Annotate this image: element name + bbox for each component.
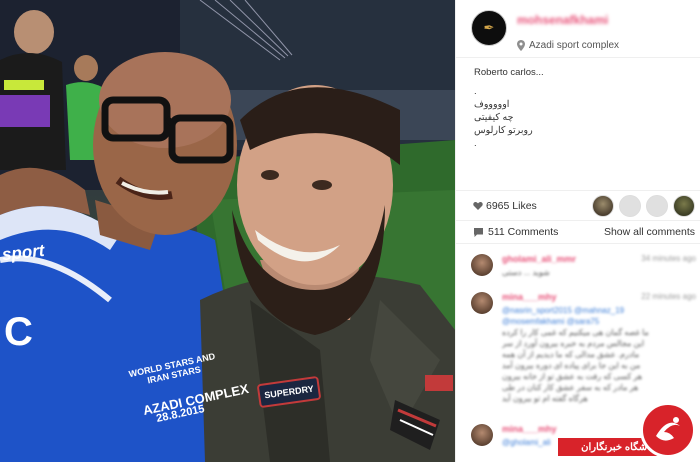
caption-line: چه کیفیتی	[474, 112, 514, 123]
commenter-avatar[interactable]	[471, 292, 493, 314]
post-sidebar: ✒ mohsenafkhami Azadi sport complex Robe…	[455, 0, 700, 462]
comment-item: gholami_ali_mmr 34 minutes ago شوید ... …	[471, 254, 696, 288]
avatar[interactable]: ✒	[471, 10, 507, 46]
commenter-avatar[interactable]	[471, 254, 493, 276]
comment-text: شوید ... دستی	[502, 268, 550, 277]
liker-avatar[interactable]	[619, 195, 641, 217]
caption-line: روبرتو کارلوس	[474, 125, 533, 136]
caption-line: .	[474, 138, 477, 149]
caption-line: .	[474, 86, 477, 97]
comment-time: 22 minutes ago	[641, 292, 696, 301]
likes-count[interactable]: 6965 Likes	[486, 200, 537, 212]
likes-row: 6965 Likes	[456, 190, 700, 220]
watermark-logo-icon	[656, 417, 680, 441]
liker-avatar[interactable]	[592, 195, 614, 217]
caption-line: Roberto carlos...	[474, 67, 544, 78]
comment-text: من به این جا برای پیاده ای دوره بیرون آم…	[502, 361, 641, 370]
comment-text: مادرم. عشق مدالی که ما دیدیم از آن همه	[502, 350, 640, 359]
commenter-avatar[interactable]	[471, 424, 493, 446]
comment-mention[interactable]: @mosemfakhami @sara75	[502, 316, 696, 327]
comment-mention[interactable]: @nasrin_sport2015 @mahnaz_19	[502, 305, 696, 316]
commenter-name[interactable]: mina___mhy	[502, 292, 557, 302]
jersey-letter: C	[4, 310, 33, 354]
post-header: ✒ mohsenafkhami Azadi sport complex	[456, 0, 700, 58]
comment-text: هر کسی که رفت به عشق تو از خانه بیرون	[502, 372, 643, 381]
show-all-comments-link[interactable]: Show all comments	[604, 226, 695, 238]
comment-time: 34 minutes ago	[641, 254, 696, 263]
comments-count: 511 Comments	[488, 226, 559, 238]
post-photo[interactable]: sport C WORLD STARS AND IRAN STARS AZADI…	[0, 0, 455, 462]
comment-text: هر مادر که به سفر عشق کار کنان در طی	[502, 383, 639, 392]
liker-avatar[interactable]	[646, 195, 668, 217]
caption-line: اوووووف	[474, 99, 510, 110]
likers-avatars	[592, 195, 695, 217]
liker-avatar[interactable]	[673, 195, 695, 217]
commenter-name[interactable]: mina___mhy	[502, 424, 557, 434]
location-pin-icon	[517, 40, 525, 51]
commenter-name[interactable]: gholami_ali_mmr	[502, 254, 576, 264]
comment-bubble-icon	[474, 227, 483, 237]
watermark-badge: باشگاه خبرنگاران	[558, 402, 696, 460]
username-link[interactable]: mohsenafkhami	[517, 13, 619, 27]
comment-text: ما غصه گمان هی میکنیم که غمی کار را کرده	[502, 328, 649, 337]
heart-icon[interactable]	[473, 201, 483, 211]
comment-item: mina___mhy 22 minutes ago @nasrin_sport2…	[471, 292, 696, 412]
comments-row: 511 Comments Show all comments	[456, 220, 700, 244]
post-caption: Roberto carlos... . اوووووف چه کیفیتی رو…	[456, 58, 700, 188]
watermark-logo	[640, 402, 696, 458]
comment-text: این مجالس مردم به خبره بیرون آورد از سر	[502, 339, 645, 348]
location-row[interactable]: Azadi sport complex	[517, 40, 619, 51]
location-text: Azadi sport complex	[529, 40, 620, 51]
